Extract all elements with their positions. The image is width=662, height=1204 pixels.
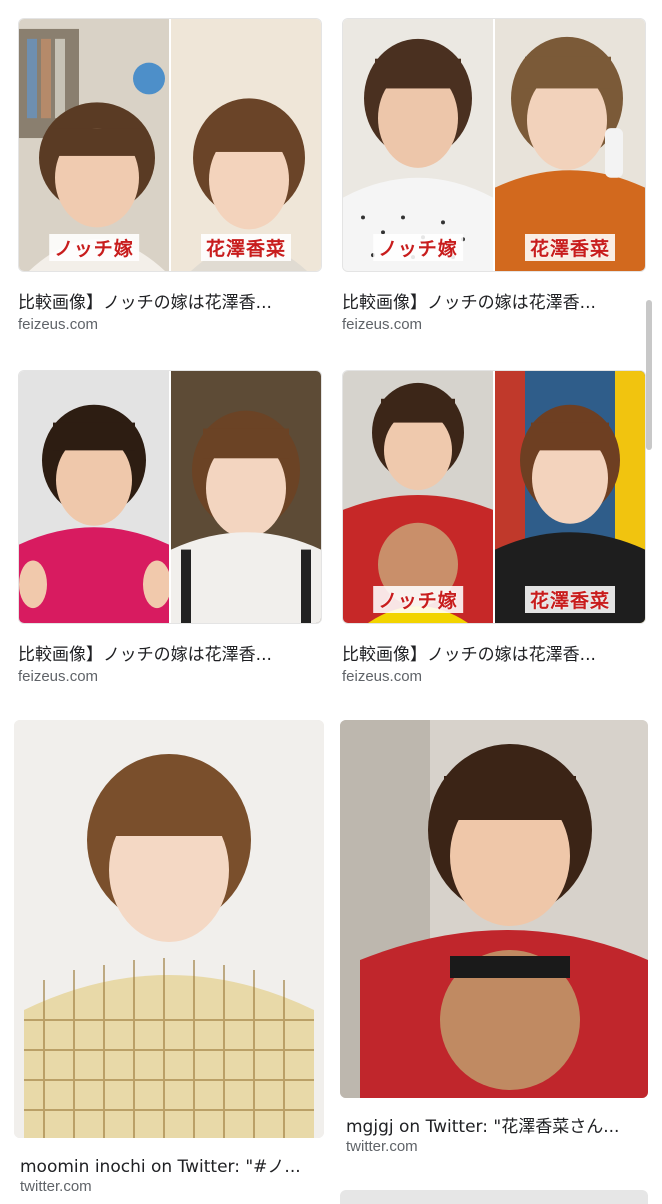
thumbnail-panel-left: ノッチ嫁 xyxy=(19,19,169,271)
result-thumbnail[interactable] xyxy=(340,720,648,1098)
result-source[interactable]: feizeus.com xyxy=(18,668,98,685)
portrait-image xyxy=(171,371,321,623)
result-thumbnail[interactable]: ノッチ嫁 花澤香菜 xyxy=(342,370,646,624)
portrait-image xyxy=(19,371,169,623)
image-caption-tag: 花澤香菜 xyxy=(524,234,616,261)
image-result-card[interactable]: mgjgj on Twitter: "花澤香菜さん... twitter.com xyxy=(340,720,648,1170)
image-caption-tag: ノッチ嫁 xyxy=(49,234,139,261)
result-title[interactable]: 比較画像】ノッチの嫁は花澤香... xyxy=(342,288,646,313)
image-result-card[interactable]: moomin inochi on Twitter: "#ノ... twitter… xyxy=(14,720,324,1200)
thumbnail-panel-left: ノッチ嫁 xyxy=(343,19,493,271)
thumbnail-panel-left xyxy=(19,371,169,623)
result-title[interactable]: 比較画像】ノッチの嫁は花澤香... xyxy=(18,288,322,313)
result-title[interactable]: moomin inochi on Twitter: "#ノ... xyxy=(20,1152,316,1177)
result-thumbnail[interactable] xyxy=(18,370,322,624)
image-result-card[interactable]: ノッチ嫁 花澤香菜 比較画像】ノッチの嫁は花澤香... feizeus.com xyxy=(18,18,322,338)
next-result-peek[interactable] xyxy=(340,1190,648,1204)
result-source[interactable]: feizeus.com xyxy=(18,316,98,333)
result-title[interactable]: 比較画像】ノッチの嫁は花澤香... xyxy=(18,640,322,665)
image-caption-tag: ノッチ嫁 xyxy=(373,234,463,261)
result-source[interactable]: twitter.com xyxy=(20,1178,92,1195)
thumbnail-panel-right: 花澤香菜 xyxy=(171,19,321,271)
result-source[interactable]: twitter.com xyxy=(346,1138,418,1155)
image-result-card[interactable]: ノッチ嫁 花澤香菜 比較画像】ノッチの嫁は花澤香... feizeus.com xyxy=(342,370,646,690)
result-thumbnail[interactable]: ノッチ嫁 花澤香菜 xyxy=(18,18,322,272)
image-result-card[interactable]: 比較画像】ノッチの嫁は花澤香... feizeus.com xyxy=(18,370,322,690)
result-title[interactable]: mgjgj on Twitter: "花澤香菜さん... xyxy=(346,1112,646,1137)
image-caption-tag: 花澤香菜 xyxy=(524,586,616,613)
result-source[interactable]: feizeus.com xyxy=(342,668,422,685)
thumbnail-panel-right: 花澤香菜 xyxy=(495,371,645,623)
result-title[interactable]: 比較画像】ノッチの嫁は花澤香... xyxy=(342,640,646,665)
thumbnail-panel-right xyxy=(171,371,321,623)
result-source[interactable]: feizeus.com xyxy=(342,316,422,333)
portrait-image xyxy=(14,720,324,1138)
result-thumbnail[interactable]: ノッチ嫁 花澤香菜 xyxy=(342,18,646,272)
image-result-card[interactable]: ノッチ嫁 花澤香菜 比較画像】ノッチの嫁は花澤香... feizeus.com xyxy=(342,18,646,338)
result-thumbnail[interactable] xyxy=(14,720,324,1138)
image-results-grid: ノッチ嫁 花澤香菜 比較画像】ノッチの嫁は花澤香... feizeus.com xyxy=(0,0,662,1204)
image-caption-tag: ノッチ嫁 xyxy=(373,586,463,613)
scrollbar-thumb[interactable] xyxy=(646,300,652,450)
thumbnail-panel-left: ノッチ嫁 xyxy=(343,371,493,623)
image-caption-tag: 花澤香菜 xyxy=(200,234,292,261)
portrait-image xyxy=(340,720,648,1098)
thumbnail-panel-right: 花澤香菜 xyxy=(495,19,645,271)
